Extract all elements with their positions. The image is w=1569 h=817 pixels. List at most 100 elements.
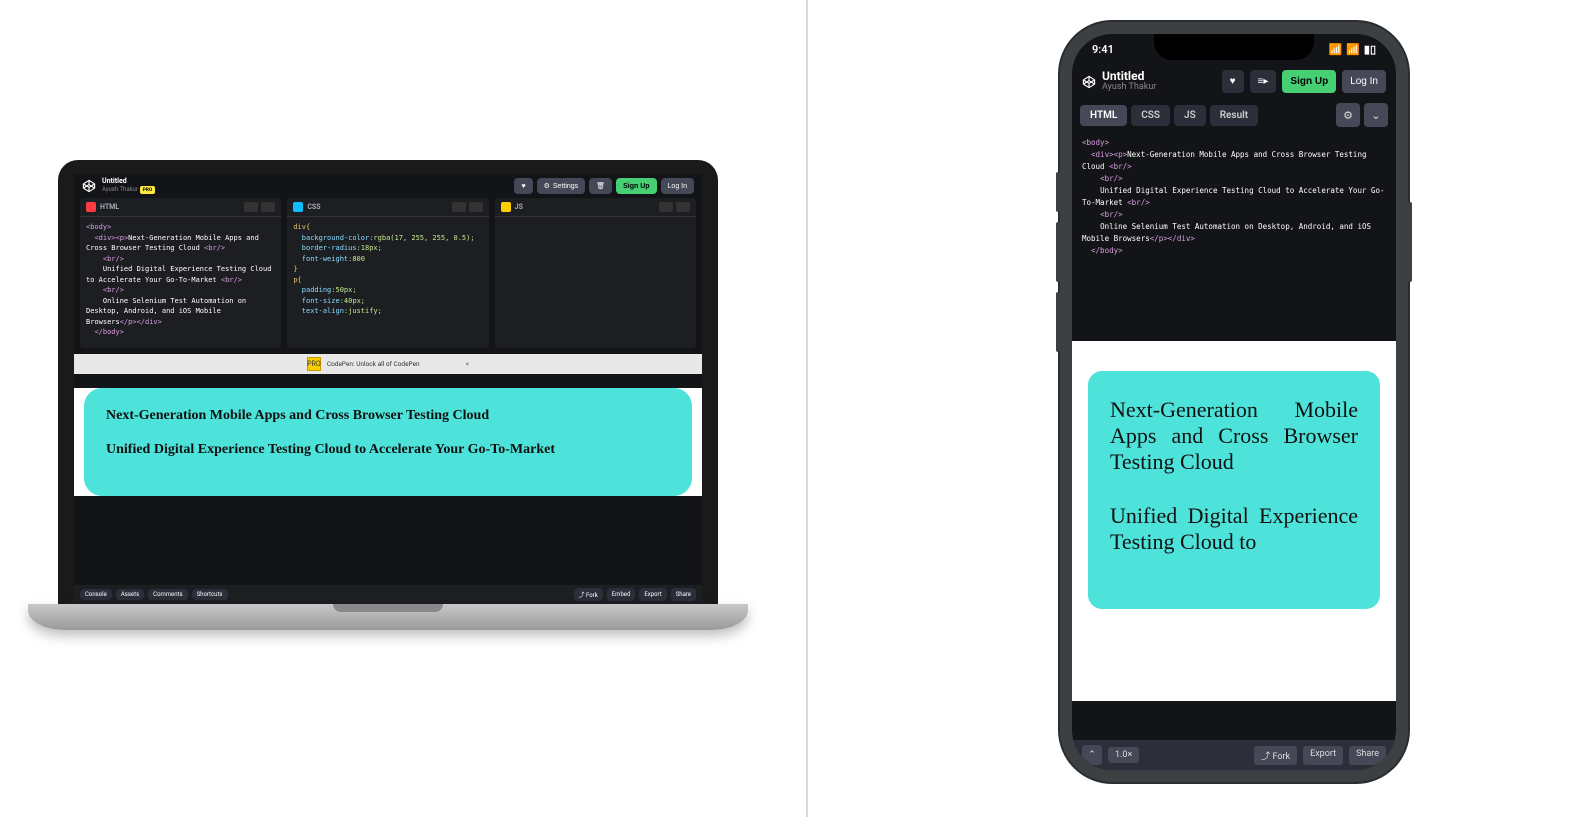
status-time: 9:41 [1092,43,1114,56]
pane-chevron-icon[interactable] [469,202,483,212]
footer-right-button[interactable]: Export [1303,746,1343,765]
html-code-body[interactable]: <body> <div><p>Next-Generation Mobile Ap… [80,217,281,343]
js-pane-actions [659,202,690,212]
footer-right: ⤴ Fork EmbedExport Share [574,588,696,601]
signup-button[interactable]: Sign Up [1282,70,1336,93]
output-p2: Unified Digital Experience Testing Cloud… [1110,503,1358,555]
pane-settings-icon[interactable] [452,202,466,212]
tab-html[interactable]: HTML [1080,105,1127,126]
chevron-up-button[interactable]: ⌃ [1082,745,1102,765]
title-block: Untitled Ayush Thakur PRO [102,178,508,193]
html-pane-header: HTML [80,198,281,217]
codepen-logo-icon [1082,75,1096,89]
chevron-down-icon: ⌄ [1371,109,1380,122]
footer-left-button[interactable]: Shortcuts [192,589,228,600]
html-pane-actions [244,202,275,212]
laptop-base [28,604,748,630]
pro-icon: PRO [307,357,321,371]
footer-right-button[interactable]: ⤴ Fork [1254,746,1297,765]
output-p1: Next-Generation Mobile Apps and Cross Br… [106,408,670,424]
gear-icon: ⚙ [544,182,550,190]
pane-chevron-icon[interactable] [676,202,690,212]
tab-row: HTML CSS JS Result ⚙ ⌄ [1072,99,1396,131]
output-box: Next-Generation Mobile Apps and Cross Br… [84,388,692,496]
tab-result[interactable]: Result [1210,105,1258,126]
promo-text: CodePen: Unlock all of CodePen [327,360,420,368]
chevron-up-icon: ⌃ [1088,750,1096,760]
layout-button[interactable]: ≡▸ [1250,70,1277,93]
css-label: CSS [307,203,320,211]
login-button[interactable]: Log In [1342,70,1386,93]
close-icon[interactable]: × [466,360,469,368]
footer-right-button[interactable]: ⤴ Fork [574,588,603,601]
settings-button[interactable]: ⚙ ⚙ SettingsSettings [537,178,586,194]
status-right: 📶 📶 ▮▯ [1328,43,1376,56]
footer-right-button[interactable]: Export [639,588,666,601]
phone-screen: 9:41 📶 📶 ▮▯ Untitled Ayush Thakur ♥ ≡▸ S… [1072,34,1396,770]
pane-settings-icon[interactable] [244,202,258,212]
login-button[interactable]: Log In [661,178,694,194]
pen-author: Ayush Thakur [102,186,138,193]
pane-chevron-icon[interactable] [261,202,275,212]
trash-icon: 🗑 [596,182,605,190]
footer-left-button[interactable]: Console [80,589,112,600]
css-pane: CSS div{ background-color:rgba(17, 255, … [287,198,488,348]
pro-badge: PRO [140,186,156,194]
html-pane: HTML <body> <div><p>Next-Generation Mobi… [80,198,281,348]
laptop-mockup: Untitled Ayush Thakur PRO ♥ ⚙ ⚙ Settings… [28,160,748,630]
css-lang-icon [293,202,303,212]
js-pane-header: JS [495,198,696,217]
pen-title: Untitled [102,178,508,186]
codepen-footer: Console Assets Comments Shortcuts ⤴ Fork Emb… [74,585,702,604]
phone-footer-right: ⤴ Fork Export Share [1254,746,1386,765]
heart-button[interactable]: ♥ [1222,70,1244,93]
header-actions: ♥ ⚙ ⚙ SettingsSettings 🗑 Sign Up Log In [514,178,694,194]
footer-right-button[interactable]: Embed [607,588,636,601]
pane-settings-icon[interactable] [659,202,673,212]
js-code-body[interactable] [495,217,696,227]
signal-icon: 📶 [1328,43,1342,56]
css-code-body[interactable]: div{ background-color:rgba(17, 255, 255,… [287,217,488,322]
footer-right-button[interactable]: Share [1349,746,1386,765]
phone-code-body[interactable]: <body> <div><p>Next-Generation Mobile Ap… [1072,131,1396,341]
promo-banner: PRO CodePen: Unlock all of CodePen × [74,354,702,374]
footer-left-button[interactable]: Comments [148,589,187,600]
signup-button[interactable]: Sign Up [616,178,656,194]
heart-button[interactable]: ♥ [514,178,532,194]
battery-icon: ▮▯ [1364,43,1376,56]
vertical-divider [806,0,808,817]
delete-button[interactable]: 🗑 [589,178,612,194]
phone-notch [1154,34,1314,60]
laptop-screen: Untitled Ayush Thakur PRO ♥ ⚙ ⚙ Settings… [74,174,702,604]
author-row: Ayush Thakur PRO [102,186,508,194]
output-p2: Unified Digital Experience Testing Cloud… [106,442,670,458]
css-pane-header: CSS [287,198,488,217]
settings-button[interactable]: ⚙ [1336,103,1360,127]
wifi-icon: 📶 [1346,43,1360,56]
js-lang-icon [501,202,511,212]
phone-mute-switch [1056,172,1060,212]
tab-js[interactable]: JS [1174,105,1206,126]
title-block: Untitled Ayush Thakur [1102,70,1216,93]
html-label: HTML [100,203,119,211]
output-area: Next-Generation Mobile Apps and Cross Br… [74,388,702,496]
html-lang-icon [86,202,96,212]
laptop-trackpad-notch [333,604,443,612]
gear-icon: ⚙ [1343,109,1353,122]
codepen-header-mobile: Untitled Ayush Thakur ♥ ≡▸ Sign Up Log I… [1072,64,1396,99]
phone-power-button [1408,202,1412,282]
output-box: Next-Generation Mobile Apps and Cross Br… [1088,371,1380,609]
pen-author: Ayush Thakur [1102,83,1216,93]
output-p1: Next-Generation Mobile Apps and Cross Br… [1110,397,1358,475]
chevron-button[interactable]: ⌄ [1364,103,1388,127]
phone-volume-down [1056,292,1060,352]
heart-icon: ♥ [521,183,525,190]
zoom-indicator[interactable]: 1.0× [1108,747,1139,763]
js-pane: JS [495,198,696,348]
layout-icon: ≡▸ [1258,76,1269,87]
codepen-logo-icon [82,179,96,193]
tab-css[interactable]: CSS [1131,105,1170,126]
footer-left-button[interactable]: Assets [116,589,144,600]
footer-right-button[interactable]: Share [671,588,696,601]
heart-icon: ♥ [1230,76,1236,87]
